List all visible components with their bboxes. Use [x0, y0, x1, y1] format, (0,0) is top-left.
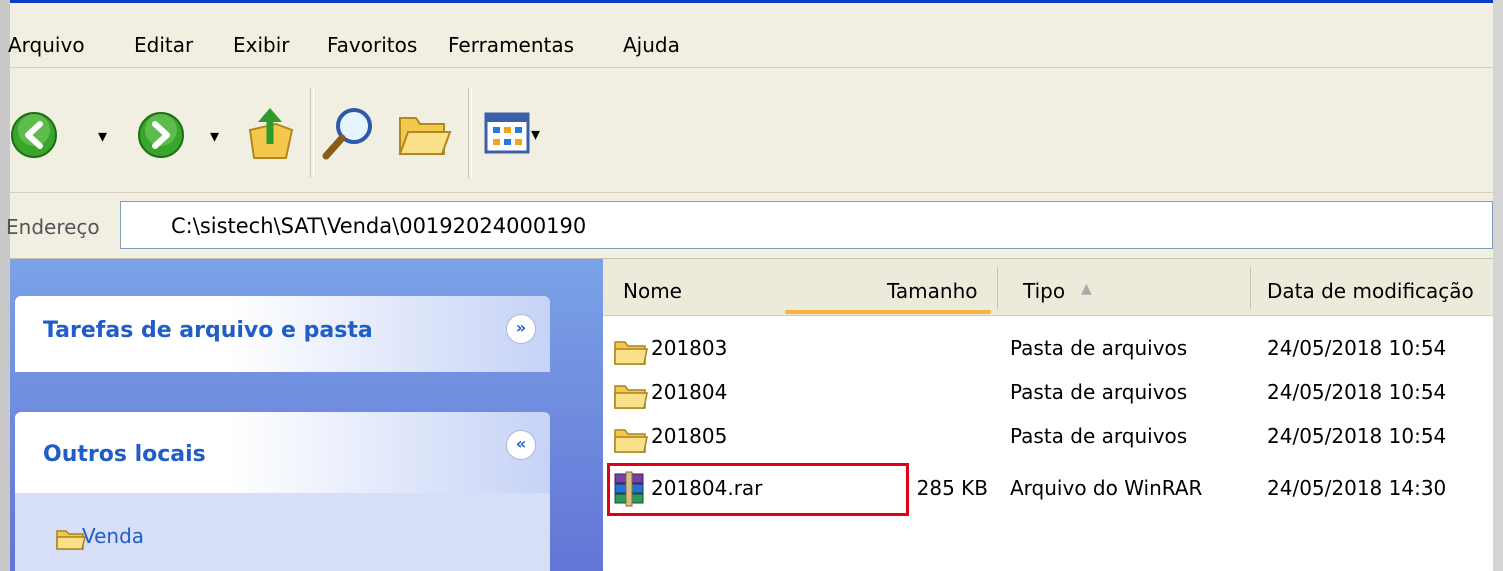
menu-bar: Arquivo Editar Exibir Favoritos Ferramen…: [8, 3, 1493, 68]
panel-title[interactable]: Tarefas de arquivo e pasta: [43, 318, 373, 343]
folders-icon: [398, 117, 452, 155]
column-nome[interactable]: Nome: [623, 279, 682, 303]
toolbar-separator: [468, 88, 472, 178]
panel-other-places[interactable]: Outros locais «: [15, 412, 550, 493]
collapse-chevron-icon[interactable]: «: [506, 430, 536, 460]
column-tamanho[interactable]: Tamanho: [887, 279, 978, 303]
views-button[interactable]: [484, 112, 530, 154]
back-button[interactable]: [10, 111, 58, 159]
table-row[interactable]: 201804 Pasta de arquivos 24/05/2018 10:5…: [603, 380, 1493, 414]
forward-icon: [138, 112, 184, 158]
file-type: Pasta de arquivos: [1010, 336, 1188, 360]
menu-arquivo[interactable]: Arquivo: [8, 33, 85, 57]
search-button[interactable]: [320, 104, 376, 162]
expand-chevron-icon[interactable]: »: [506, 314, 536, 344]
window-frame-left: [0, 0, 10, 571]
file-date: 24/05/2018 10:54: [1267, 424, 1447, 448]
forward-button[interactable]: [137, 111, 185, 159]
file-date: 24/05/2018 10:54: [1267, 380, 1447, 404]
menu-ferramentas[interactable]: Ferramentas: [448, 33, 574, 57]
highlight-box: [607, 463, 909, 516]
link-venda[interactable]: Venda: [82, 524, 144, 548]
address-field[interactable]: C:\sistech\SAT\Venda\00192024000190: [120, 201, 1493, 249]
menu-favoritos[interactable]: Favoritos: [327, 33, 417, 57]
address-bar: Endereço C:\sistech\SAT\Venda\0019202400…: [6, 193, 1493, 259]
file-name[interactable]: 201804: [651, 380, 727, 404]
back-dropdown[interactable]: ▾: [98, 126, 107, 147]
column-headers: Nome Tamanho Tipo ▲ Data de modificação: [603, 259, 1493, 316]
column-divider[interactable]: [997, 267, 998, 309]
window-frame-right: [1493, 0, 1503, 571]
table-row[interactable]: 201803 Pasta de arquivos 24/05/2018 10:5…: [603, 336, 1493, 370]
views-icon: [484, 112, 530, 154]
panel-file-folder-tasks[interactable]: Tarefas de arquivo e pasta »: [15, 296, 550, 372]
search-icon: [322, 108, 372, 160]
sort-indicator: [785, 310, 991, 314]
table-row[interactable]: 201805 Pasta de arquivos 24/05/2018 10:5…: [603, 424, 1493, 458]
file-type: Pasta de arquivos: [1010, 380, 1188, 404]
folder-icon: [614, 429, 648, 453]
address-value[interactable]: C:\sistech\SAT\Venda\00192024000190: [171, 214, 586, 238]
file-type: Pasta de arquivos: [1010, 424, 1188, 448]
column-divider[interactable]: [1250, 267, 1251, 309]
column-data[interactable]: Data de modificação: [1267, 279, 1474, 303]
file-name[interactable]: 201805: [651, 424, 727, 448]
folder-icon: [614, 341, 648, 365]
up-folder-button[interactable]: [246, 104, 296, 162]
folders-button[interactable]: [396, 106, 452, 160]
file-date: 24/05/2018 10:54: [1267, 336, 1447, 360]
views-dropdown[interactable]: ▾: [531, 124, 540, 145]
toolbar-separator: [310, 88, 314, 178]
folder-icon: [614, 385, 648, 409]
forward-dropdown[interactable]: ▾: [210, 126, 219, 147]
menu-exibir[interactable]: Exibir: [233, 33, 290, 57]
up-folder-icon: [248, 108, 294, 159]
column-tipo[interactable]: Tipo: [1023, 279, 1065, 303]
menu-ajuda[interactable]: Ajuda: [623, 33, 680, 57]
file-date: 24/05/2018 14:30: [1267, 476, 1447, 500]
address-label: Endereço: [6, 215, 100, 239]
toolbar: ▾ ▾ ▾: [10, 68, 1493, 193]
back-icon: [11, 112, 57, 158]
panel-title[interactable]: Outros locais: [43, 442, 206, 467]
file-size: 285 KB: [916, 476, 988, 500]
sort-arrow-icon: ▲: [1081, 281, 1092, 297]
file-name[interactable]: 201803: [651, 336, 727, 360]
menu-editar[interactable]: Editar: [134, 33, 193, 57]
file-type: Arquivo do WinRAR: [1010, 476, 1203, 500]
